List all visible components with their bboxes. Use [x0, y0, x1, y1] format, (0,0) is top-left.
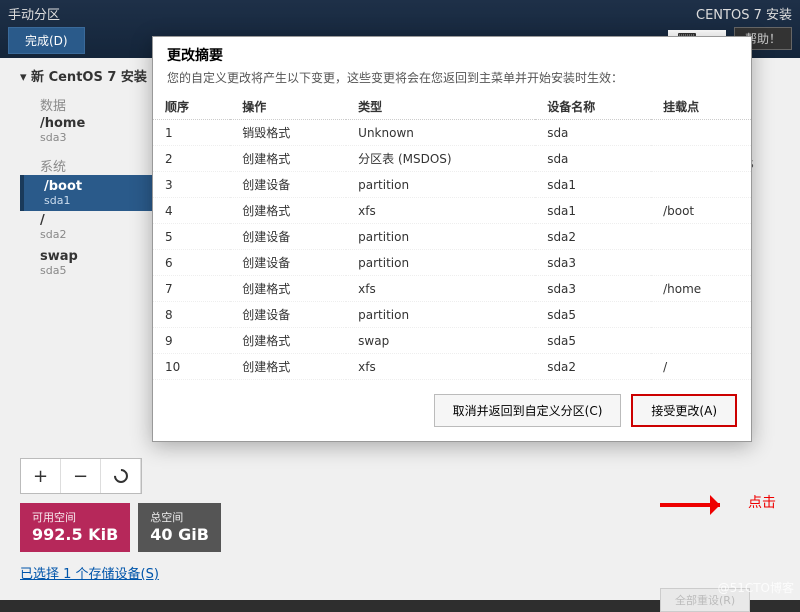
total-space-value: 40 GiB	[150, 525, 209, 544]
watermark: @51CTO博客	[718, 579, 794, 596]
done-button[interactable]: 完成(D)	[8, 27, 85, 54]
table-row[interactable]: 4创建格式xfssda1/boot	[153, 198, 751, 224]
available-space-box: 可用空间 992.5 KiB	[20, 503, 130, 552]
table-row[interactable]: 8创建设备partitionsda5	[153, 302, 751, 328]
tree-item-device: sda2	[40, 228, 160, 241]
add-partition-button[interactable]: +	[21, 459, 61, 493]
storage-devices-link[interactable]: 已选择 1 个存储设备(S)	[20, 563, 159, 582]
available-space-value: 992.5 KiB	[32, 525, 118, 544]
tree-header[interactable]: ▾ 新 CentOS 7 安装	[20, 58, 160, 89]
tree-item[interactable]: swapsda5	[20, 247, 160, 283]
col-mount: 挂载点	[651, 94, 751, 120]
tree-section-label: 系统	[20, 156, 160, 175]
tree-item[interactable]: /homesda3	[20, 114, 160, 150]
total-space-box: 总空间 40 GiB	[138, 503, 221, 552]
tree-item-name: /home	[40, 116, 160, 131]
remove-partition-button[interactable]: −	[61, 459, 101, 493]
tree-item-device: sda1	[44, 194, 156, 207]
page-title: 手动分区	[8, 4, 60, 23]
annotation-label: 点击	[748, 492, 776, 512]
tree-item[interactable]: /sda2	[20, 211, 160, 247]
table-row[interactable]: 5创建设备partitionsda2	[153, 224, 751, 250]
table-row[interactable]: 2创建格式分区表 (MSDOS)sda	[153, 146, 751, 172]
table-row[interactable]: 6创建设备partitionsda3	[153, 250, 751, 276]
table-row[interactable]: 3创建设备partitionsda1	[153, 172, 751, 198]
dialog-description: 您的自定义更改将产生以下变更，这些变更将会在您返回到主菜单并开始安装时生效：	[153, 65, 751, 94]
reload-button[interactable]	[101, 459, 141, 493]
cancel-button[interactable]: 取消并返回到自定义分区(C)	[434, 394, 622, 427]
dialog-title: 更改摘要	[167, 45, 737, 65]
table-row[interactable]: 10创建格式xfssda2/	[153, 354, 751, 380]
partition-tree: ▾ 新 CentOS 7 安装 数据/homesda3系统/bootsda1/s…	[20, 58, 160, 283]
table-row[interactable]: 1销毁格式Unknownsda	[153, 120, 751, 146]
tree-item[interactable]: /bootsda1	[20, 175, 160, 211]
tree-item-name: /	[40, 213, 160, 228]
table-row[interactable]: 9创建格式swapsda5	[153, 328, 751, 354]
tree-item-device: sda3	[40, 131, 160, 144]
annotation-arrow	[660, 498, 740, 512]
col-operation: 操作	[230, 94, 346, 120]
col-order: 顺序	[153, 94, 230, 120]
summary-dialog: 更改摘要 您的自定义更改将产生以下变更，这些变更将会在您返回到主菜单并开始安装时…	[152, 36, 752, 442]
partition-toolbar: + −	[20, 458, 142, 494]
tree-item-name: /boot	[44, 179, 156, 194]
available-space-label: 可用空间	[32, 509, 118, 525]
col-type: 类型	[346, 94, 535, 120]
col-device: 设备名称	[535, 94, 651, 120]
changes-table: 顺序 操作 类型 设备名称 挂载点 1销毁格式Unknownsda2创建格式分区…	[153, 94, 751, 380]
accept-button[interactable]: 接受更改(A)	[631, 394, 737, 427]
install-title: CENTOS 7 安装	[696, 4, 792, 23]
tree-section-label: 数据	[20, 95, 160, 114]
total-space-label: 总空间	[150, 509, 209, 525]
reload-icon	[111, 466, 131, 486]
table-row[interactable]: 7创建格式xfssda3/home	[153, 276, 751, 302]
tree-item-device: sda5	[40, 264, 160, 277]
tree-item-name: swap	[40, 249, 160, 264]
